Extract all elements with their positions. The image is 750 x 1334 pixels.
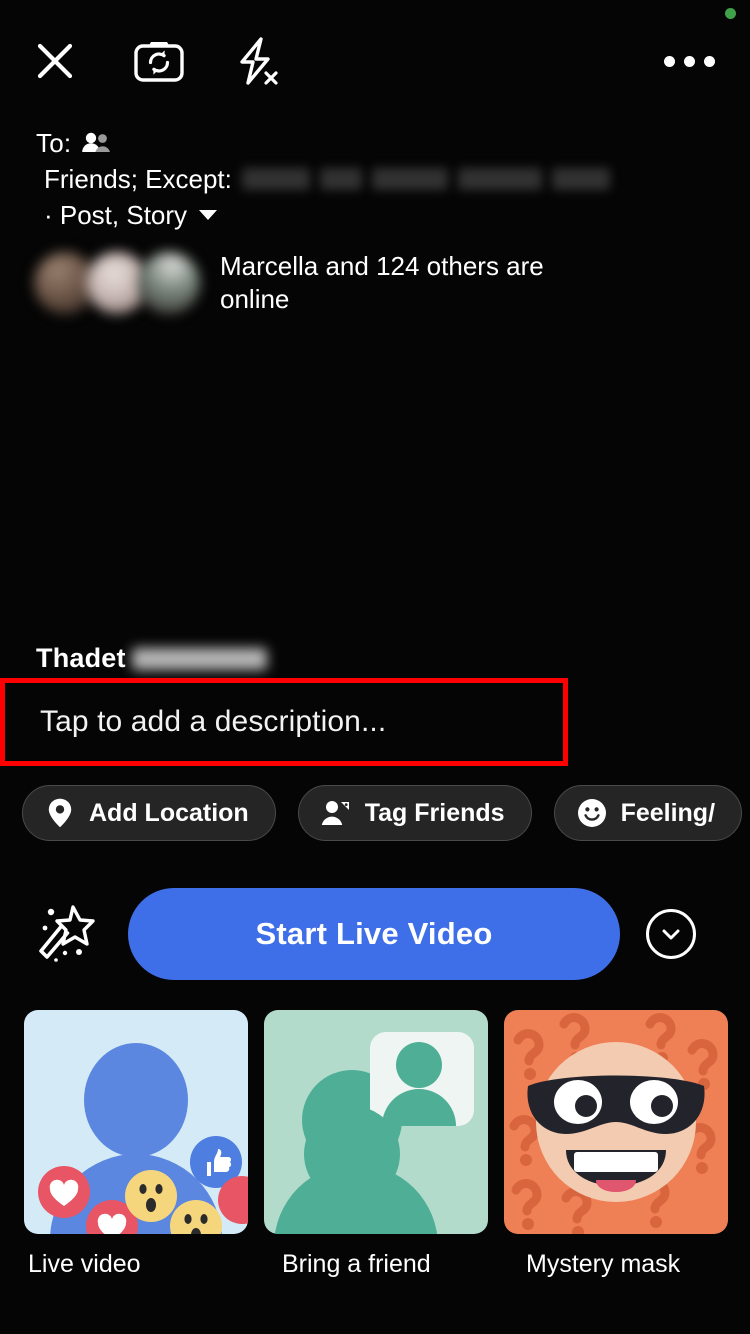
- tag-friends-icon: [321, 798, 351, 828]
- close-button[interactable]: [24, 30, 86, 92]
- effect-card-label: Bring a friend: [282, 1250, 431, 1278]
- expand-options-button[interactable]: [646, 909, 696, 959]
- effect-card-label: Live video: [28, 1250, 141, 1278]
- redacted-name-3: [371, 168, 448, 190]
- effect-card-bring-a-friend[interactable]: Bring a friend: [264, 1010, 488, 1279]
- author-last-name-redacted: [131, 647, 267, 670]
- start-live-bar: Start Live Video: [0, 888, 750, 980]
- redacted-name-4: [457, 168, 542, 190]
- tag-friends-label: Tag Friends: [364, 798, 505, 827]
- audience-selector[interactable]: To: Friends; Except: · Post, Story: [36, 126, 730, 232]
- flash-off-icon: [240, 37, 278, 85]
- smiley-icon: [577, 798, 607, 828]
- tag-friends-chip[interactable]: Tag Friends: [297, 785, 532, 841]
- feeling-activity-chip[interactable]: Feeling/: [553, 785, 743, 841]
- flip-camera-button[interactable]: [128, 30, 190, 92]
- feeling-activity-label: Feeling/: [620, 798, 716, 827]
- start-live-video-button[interactable]: Start Live Video: [128, 888, 620, 980]
- bring-a-friend-thumbnail: [264, 1010, 488, 1234]
- composer-chips-row: Add Location Tag Friends Feeling/: [22, 785, 743, 841]
- description-placeholder: Tap to add a description...: [40, 705, 387, 738]
- redacted-name-1: [241, 168, 310, 190]
- add-location-label: Add Location: [89, 798, 249, 827]
- effect-card-mystery-mask[interactable]: Mystery mask: [504, 1010, 728, 1279]
- effects-carousel: Live video Bring a friend Mystery mask: [24, 1010, 728, 1279]
- avatar: [138, 252, 200, 314]
- close-icon: [37, 43, 73, 79]
- audience-to-row: To:: [36, 126, 730, 160]
- friends-icon: [81, 131, 111, 155]
- start-live-video-label: Start Live Video: [255, 916, 493, 951]
- more-options-icon: [663, 55, 715, 67]
- author-first-name: Thadet: [36, 643, 126, 673]
- audience-privacy-label: Friends; Except:: [44, 164, 232, 194]
- description-input[interactable]: Tap to add a description...: [0, 678, 568, 766]
- chevron-down-circle-icon: [662, 929, 680, 940]
- live-composer-screen: To: Friends; Except: · Post, Story Marce…: [0, 0, 750, 1334]
- more-options-button[interactable]: [658, 30, 720, 92]
- add-location-chip[interactable]: Add Location: [22, 785, 276, 841]
- chevron-down-icon: [199, 210, 218, 220]
- live-video-reactions-thumbnail: [24, 1010, 248, 1234]
- effect-card-live-video[interactable]: Live video: [24, 1010, 248, 1279]
- online-status-text: Marcella and 124 others are online: [220, 251, 544, 314]
- privacy-indicator-dot: [725, 8, 736, 19]
- online-avatars: [34, 252, 200, 314]
- effects-button[interactable]: [26, 893, 108, 975]
- top-toolbar: [0, 26, 750, 96]
- redacted-name-5: [551, 168, 610, 190]
- effect-card-label: Mystery mask: [526, 1250, 681, 1278]
- audience-privacy-row: Friends; Except:: [36, 162, 730, 196]
- audience-destinations-row[interactable]: · Post, Story: [36, 198, 730, 232]
- mystery-mask-thumbnail: [504, 1010, 728, 1234]
- audience-to-label: To:: [36, 128, 72, 158]
- audience-destinations-label: · Post, Story: [44, 200, 188, 230]
- author-name-row: Thadet: [36, 643, 267, 674]
- magic-wand-icon: [39, 905, 95, 962]
- redacted-name-2: [319, 168, 362, 190]
- location-pin-icon: [45, 798, 75, 828]
- online-friends-row[interactable]: Marcella and 124 others are online: [34, 250, 690, 316]
- camera-flip-icon: [134, 42, 184, 82]
- flash-off-button[interactable]: [226, 30, 288, 92]
